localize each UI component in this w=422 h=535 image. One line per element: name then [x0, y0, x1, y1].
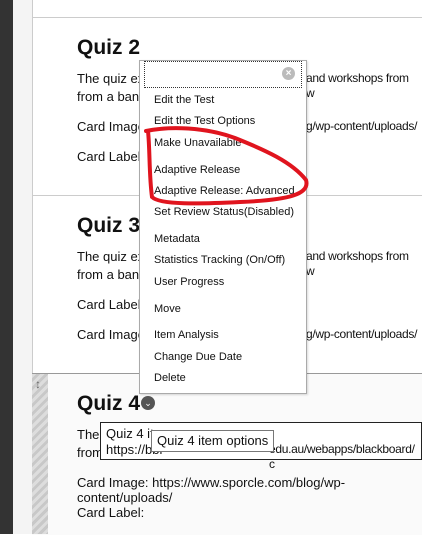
red-annotation-loop — [144, 126, 309, 206]
red-annotation — [144, 126, 309, 206]
